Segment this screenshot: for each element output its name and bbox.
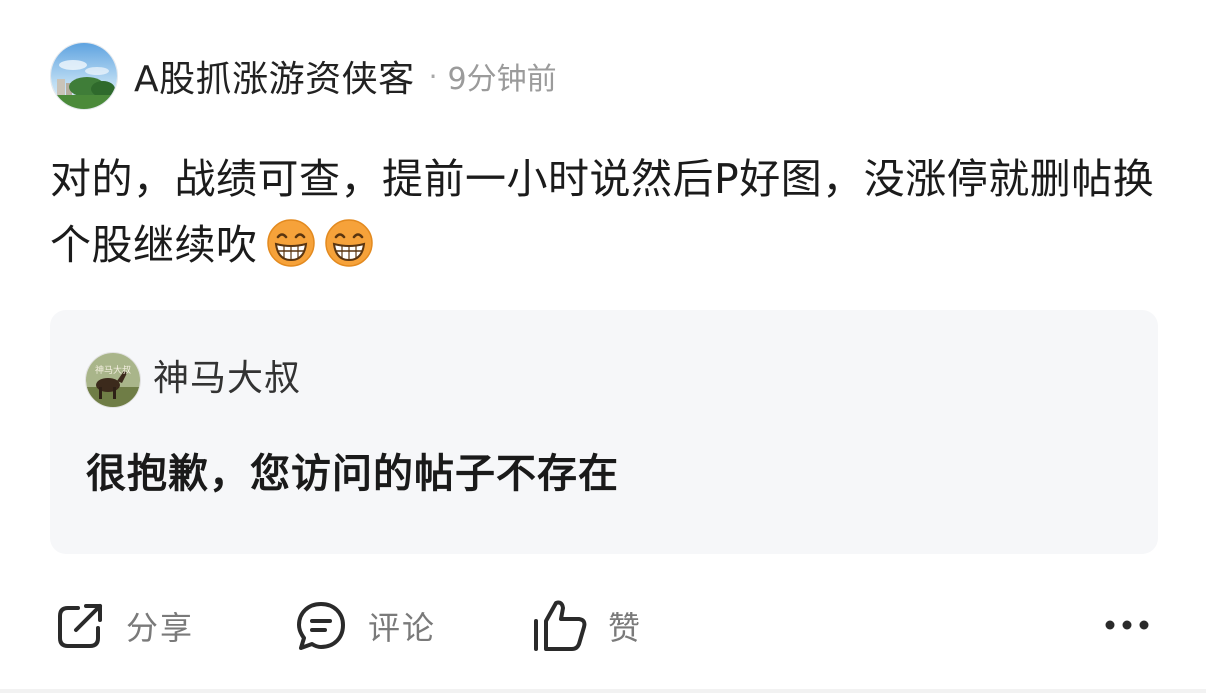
comment-button[interactable]: 评论 (294, 596, 436, 656)
thumbs-up-icon (534, 600, 587, 651)
grinning-face-icon (266, 219, 315, 267)
like-button[interactable]: 赞 (532, 596, 642, 656)
comment-label: 评论 (368, 609, 437, 647)
share-label: 分享 (126, 609, 195, 647)
separator-dot: · (428, 59, 438, 93)
comment-icon (297, 602, 345, 650)
post-content: 对的，战绩可查，提前一小时说然后P好图，没涨停就删帖换个股继续吹 (50, 146, 1160, 278)
more-options-icon[interactable] (1104, 612, 1150, 638)
like-label: 赞 (608, 609, 643, 647)
grinning-face-icon (324, 219, 373, 267)
avatar-calligraphy-text: 神马大叔 (95, 364, 131, 376)
quoted-author-avatar[interactable]: 神马大叔 (85, 352, 141, 408)
post-content-text: 对的，战绩可查，提前一小时说然后P好图，没涨停就删帖换个股继续吹 (50, 155, 1155, 269)
bottom-divider (0, 689, 1206, 693)
author-avatar[interactable] (50, 42, 118, 110)
quoted-post-card[interactable]: 神马大叔 神马大叔 很抱歉，您访问的帖子不存在 (50, 310, 1158, 554)
share-icon (58, 604, 102, 648)
post-card: A股抓涨游资侠客 · 9分钟前 对的，战绩可查，提前一小时说然后P好图，没涨停就… (0, 0, 1206, 693)
author-name[interactable]: A股抓涨游资侠客 (134, 50, 415, 102)
post-header: A股抓涨游资侠客 · 9分钟前 (50, 42, 557, 110)
post-time: 9分钟前 (447, 62, 557, 97)
share-button[interactable]: 分享 (54, 596, 194, 656)
quoted-author-name[interactable]: 神马大叔 (153, 354, 301, 404)
quoted-post-message: 很抱歉，您访问的帖子不存在 (86, 451, 619, 497)
